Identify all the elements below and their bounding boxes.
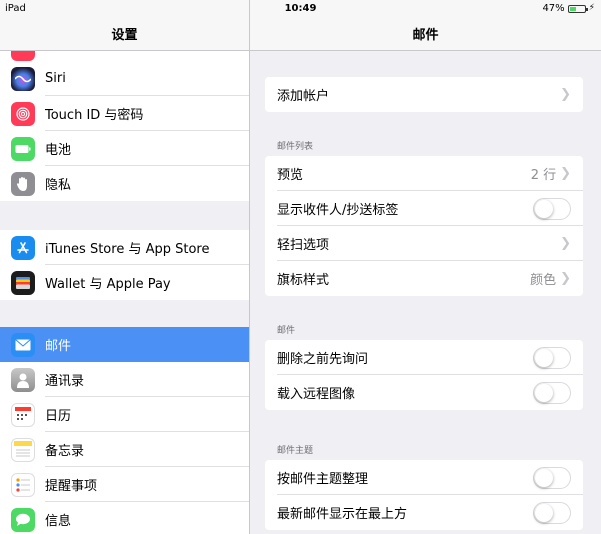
sidebar-item-calendar[interactable]: 日历 <box>0 397 249 432</box>
sidebar-item-contacts[interactable]: 通讯录 <box>0 362 249 397</box>
sidebar-item-label: 日历 <box>45 409 72 424</box>
threading-card: 按邮件主题整理 最新邮件显示在最上方 <box>265 460 583 530</box>
most-recent-on-top-toggle[interactable] <box>533 501 571 524</box>
wallet-icon <box>11 270 35 295</box>
flag-style-row[interactable]: 旗标样式 颜色 ❯ <box>265 261 583 296</box>
ask-before-deleting-row: 删除之前先询问 <box>265 340 583 375</box>
add-account-label: 添加帐户 <box>277 89 330 104</box>
sidebar-item-label: Touch ID 与密码 <box>45 108 144 123</box>
sidebar-item-label: 邮件 <box>45 339 72 354</box>
sidebar-item-siri[interactable]: Siri <box>0 61 249 96</box>
clock: 10:49 <box>284 3 317 14</box>
battery-fill <box>569 6 577 11</box>
chevron-right-icon: ❯ <box>560 166 571 181</box>
mail-settings-pane: 邮件 添加帐户 ❯ 邮件列表 预览 2 行 ❯ 显示收件人/抄送标签 轻扫选项 … <box>250 0 601 534</box>
organize-by-thread-label: 按邮件主题整理 <box>277 472 369 487</box>
battery-icon <box>11 136 35 161</box>
preview-value: 2 行 <box>530 168 557 183</box>
app-store-icon <box>11 235 35 260</box>
show-to-cc-row: 显示收件人/抄送标签 <box>265 191 583 226</box>
preview-row[interactable]: 预览 2 行 ❯ <box>265 156 583 191</box>
sidebar-group-2: iTunes Store 与 App Store Wallet 与 Apple … <box>0 230 249 300</box>
flag-style-label: 旗标样式 <box>277 273 330 288</box>
load-remote-images-row: 载入远程图像 <box>265 375 583 410</box>
load-remote-images-label: 载入远程图像 <box>277 387 356 402</box>
organize-by-thread-row: 按邮件主题整理 <box>265 460 583 495</box>
organize-by-thread-toggle[interactable] <box>533 466 571 489</box>
sidebar-item-label: 提醒事项 <box>45 479 98 494</box>
sidebar-title: 设置 <box>111 28 138 43</box>
chevron-right-icon: ❯ <box>560 236 571 251</box>
show-to-cc-toggle[interactable] <box>533 197 571 220</box>
toggle-knob <box>535 503 553 522</box>
sidebar-group-3: 邮件 通讯录 日历 备忘录 提醒事项 信息 <box>0 327 249 534</box>
sidebar-item-label: 通讯录 <box>45 374 85 389</box>
sidebar-item-touch-id[interactable]: Touch ID 与密码 <box>0 96 249 131</box>
toggle-knob <box>535 468 553 487</box>
toggle-knob <box>535 348 553 367</box>
sidebar-item-app-store[interactable]: iTunes Store 与 App Store <box>0 230 249 265</box>
chevron-right-icon: ❯ <box>560 87 571 102</box>
ask-before-deleting-toggle[interactable] <box>533 346 571 369</box>
notes-icon <box>11 437 35 462</box>
toggle-knob <box>535 199 553 218</box>
show-to-cc-label: 显示收件人/抄送标签 <box>277 203 399 218</box>
toggle-knob <box>535 383 553 402</box>
add-account-row[interactable]: 添加帐户 ❯ <box>265 77 583 112</box>
battery-percent: 47% <box>542 3 565 14</box>
sidebar-item-battery[interactable]: 电池 <box>0 131 249 166</box>
add-account-card: 添加帐户 ❯ <box>265 77 583 112</box>
sidebar-group-1: Siri Touch ID 与密码 电池 隐私 <box>0 61 249 201</box>
sidebar-item-notes[interactable]: 备忘录 <box>0 432 249 467</box>
hand-icon <box>11 171 35 196</box>
calendar-icon <box>11 402 35 427</box>
load-remote-images-toggle[interactable] <box>533 381 571 404</box>
status-bar: iPad 10:49 47% ⚡ <box>0 0 601 17</box>
sidebar-item-label: 备忘录 <box>45 444 85 459</box>
detail-title: 邮件 <box>412 28 439 43</box>
chevron-right-icon: ❯ <box>560 271 571 286</box>
most-recent-on-top-label: 最新邮件显示在最上方 <box>277 507 408 522</box>
sidebar-item-label: 隐私 <box>45 178 72 193</box>
fingerprint-icon <box>11 101 35 126</box>
sidebar-item-label: 电池 <box>45 143 72 158</box>
sidebar-item-privacy[interactable]: 隐私 <box>0 166 249 201</box>
sidebar-item-mail[interactable]: 邮件 <box>0 327 249 362</box>
mail-icon <box>11 332 35 357</box>
ask-before-deleting-label: 删除之前先询问 <box>277 352 369 367</box>
sidebar-item-label: iTunes Store 与 App Store <box>45 242 210 257</box>
sidebar-row-partial <box>0 37 249 61</box>
sidebar-item-messages[interactable]: 信息 <box>0 502 249 534</box>
most-recent-on-top-row: 最新邮件显示在最上方 <box>265 495 583 530</box>
flag-style-value: 颜色 <box>530 273 557 288</box>
battery-status: 47% ⚡ <box>542 0 595 17</box>
section-header-mail-list: 邮件列表 <box>277 142 314 152</box>
messages-icon <box>11 507 35 532</box>
reminders-icon <box>11 472 35 497</box>
swipe-options-label: 轻扫选项 <box>277 238 330 253</box>
section-header-threading: 邮件主题 <box>277 446 314 456</box>
settings-sidebar: Siri Touch ID 与密码 电池 隐私 iTunes Store 与 A… <box>0 0 250 534</box>
preview-label: 预览 <box>277 168 304 183</box>
battery-icon <box>567 4 588 13</box>
mail-list-card: 预览 2 行 ❯ 显示收件人/抄送标签 轻扫选项 ❯ 旗标样式 颜色 ❯ <box>265 156 583 296</box>
swipe-options-row[interactable]: 轻扫选项 ❯ <box>265 226 583 261</box>
messages-card: 删除之前先询问 载入远程图像 <box>265 340 583 410</box>
sidebar-item-label: Siri <box>45 71 66 86</box>
sidebar-item-label: Wallet 与 Apple Pay <box>45 277 171 292</box>
section-header-messages: 邮件 <box>277 326 296 336</box>
sidebar-item-wallet[interactable]: Wallet 与 Apple Pay <box>0 265 249 300</box>
contacts-icon <box>11 367 35 392</box>
siri-icon <box>11 66 35 91</box>
sidebar-item-label: 信息 <box>45 514 72 529</box>
charging-icon: ⚡ <box>588 3 595 13</box>
sidebar-item-reminders[interactable]: 提醒事项 <box>0 467 249 502</box>
